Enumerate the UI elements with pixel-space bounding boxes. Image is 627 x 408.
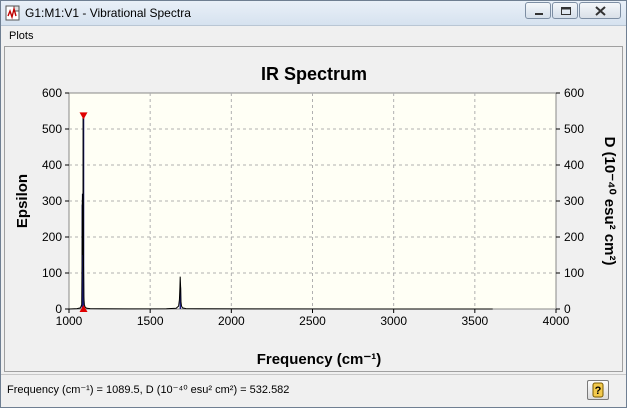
- chart-title: IR Spectrum: [261, 64, 367, 84]
- x-tick-label: 2000: [218, 314, 245, 328]
- right-y-tick-label: 400: [564, 158, 584, 172]
- left-y-axis-ticks: 0 100 200 300 400 500 600: [42, 86, 69, 316]
- help-button[interactable]: ?: [587, 380, 609, 400]
- maximize-icon: [561, 7, 571, 15]
- minimize-button[interactable]: [525, 2, 551, 19]
- right-y-tick-label: 0: [564, 302, 571, 316]
- x-tick-label: 3000: [380, 314, 407, 328]
- right-y-axis-label: D (10⁻⁴⁰ esu² cm²): [601, 137, 618, 266]
- status-bar: Frequency (cm⁻¹) = 1089.5, D (10⁻⁴⁰ esu²…: [1, 374, 626, 407]
- right-y-tick-label: 100: [564, 266, 584, 280]
- left-y-tick-label: 100: [42, 266, 62, 280]
- x-axis-ticks: 1000 1500 2000 2500 3000 3500 4000: [56, 309, 570, 328]
- left-y-tick-label: 200: [42, 230, 62, 244]
- svg-text:?: ?: [595, 385, 602, 397]
- x-tick-label: 2500: [299, 314, 326, 328]
- left-y-axis-label: Epsilon: [14, 174, 31, 228]
- right-y-tick-label: 200: [564, 230, 584, 244]
- vibrational-spectra-window: G1:M1:V1 - Vibrational Spectra Plots IR …: [0, 0, 627, 408]
- menu-bar: Plots: [1, 26, 626, 46]
- left-y-tick-label: 500: [42, 122, 62, 136]
- spectrum-app-icon: [5, 5, 20, 21]
- right-y-tick-label: 500: [564, 122, 584, 136]
- right-y-axis-ticks: 0 100 200 300 400 500 600: [556, 86, 584, 316]
- right-y-tick-label: 300: [564, 194, 584, 208]
- close-button[interactable]: [579, 2, 621, 19]
- x-axis-label: Frequency (cm⁻¹): [257, 351, 382, 368]
- window-title: G1:M1:V1 - Vibrational Spectra: [25, 6, 191, 20]
- x-tick-label: 3500: [461, 314, 488, 328]
- menu-plots[interactable]: Plots: [9, 30, 33, 42]
- close-icon: [595, 6, 606, 16]
- x-tick-label: 4000: [543, 314, 570, 328]
- plot-area-frame: IR Spectrum 1000 1500 2000 2500 3000 3500 4000…: [4, 46, 623, 372]
- minimize-icon: [535, 13, 543, 15]
- x-tick-label: 1500: [137, 314, 164, 328]
- left-y-tick-label: 300: [42, 194, 62, 208]
- left-y-tick-label: 600: [42, 86, 62, 100]
- left-y-tick-label: 400: [42, 158, 62, 172]
- x-tick-label: 1000: [56, 314, 83, 328]
- maximize-button[interactable]: [552, 2, 578, 19]
- status-readout: Frequency (cm⁻¹) = 1089.5, D (10⁻⁴⁰ esu²…: [7, 384, 290, 396]
- right-y-tick-label: 600: [564, 86, 584, 100]
- left-y-tick-label: 0: [55, 302, 62, 316]
- title-bar[interactable]: G1:M1:V1 - Vibrational Spectra: [1, 1, 626, 26]
- help-icon: ?: [592, 382, 604, 398]
- ir-spectrum-chart[interactable]: IR Spectrum 1000 1500 2000 2500 3000 3500 4000…: [5, 47, 624, 373]
